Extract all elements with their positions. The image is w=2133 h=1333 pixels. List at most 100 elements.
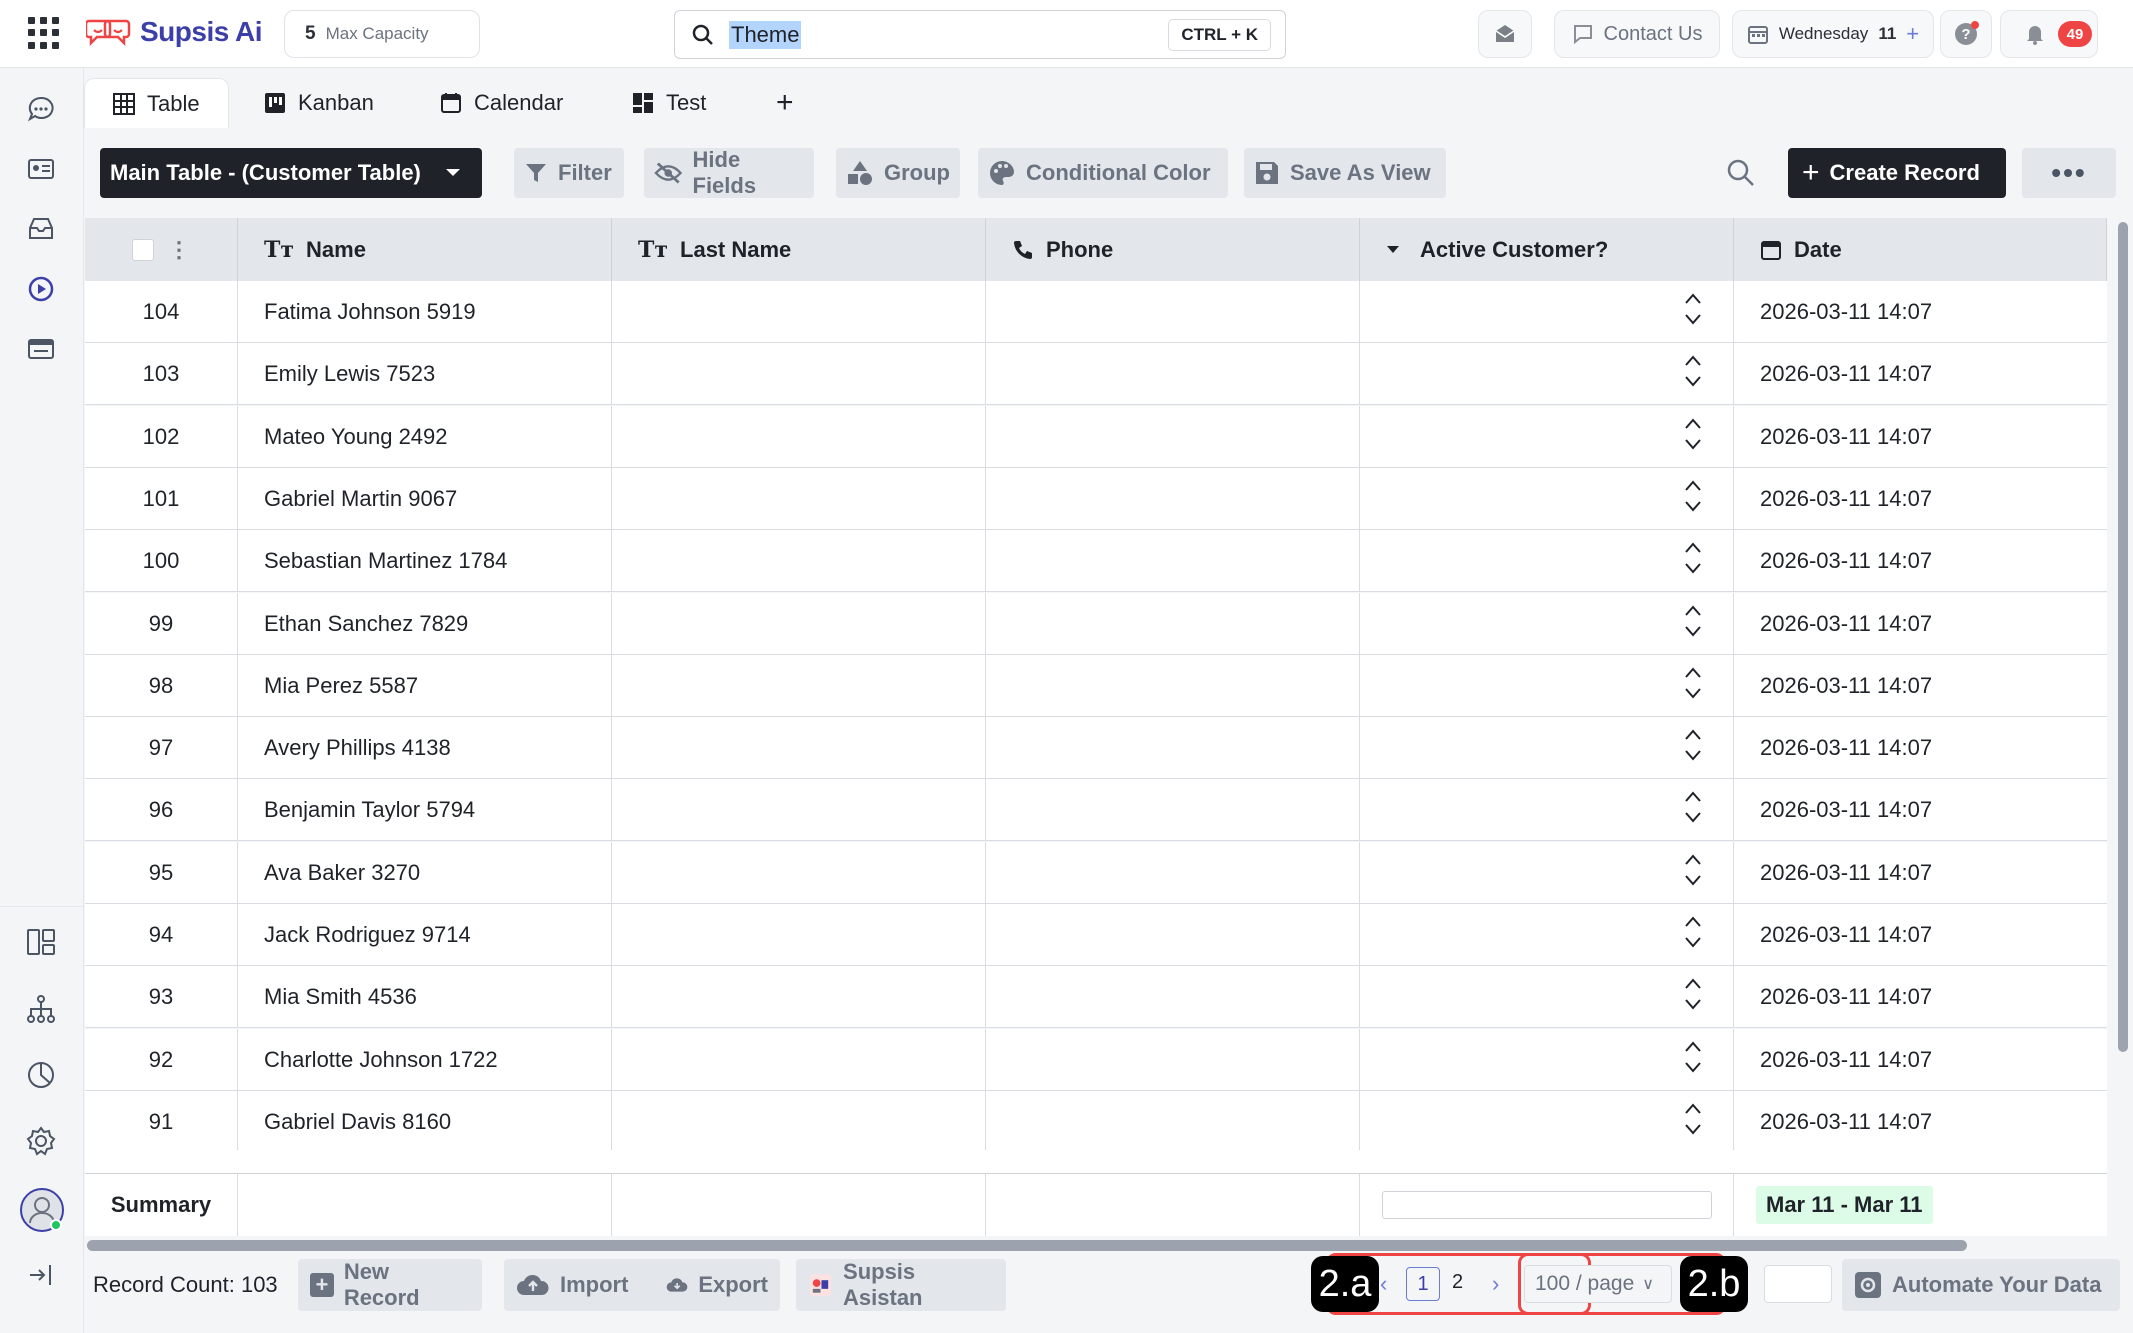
assistant-button[interactable]: Supsis Asistan [796,1259,1006,1311]
table-row[interactable]: 100 Sebastian Martinez 1784 2026-03-11 14:… [85,530,2107,593]
table-row[interactable]: 99 Ethan Sanchez 7829 2026-03-11 14:07 [85,592,2107,655]
row-id-cell[interactable]: 93 [85,966,238,1029]
date-widget[interactable]: Wednesday 11 + [1732,10,1934,58]
phone-cell[interactable] [986,1028,1360,1091]
table-row[interactable]: 98 Mia Perez 5587 2026-03-11 14:07 [85,654,2107,717]
phone-cell[interactable] [986,654,1360,717]
active-customer-cell[interactable] [1360,654,1734,717]
table-row[interactable]: 101 Gabriel Martin 9067 2026-03-11 14:07 [85,467,2107,530]
row-id-cell[interactable]: 92 [85,1028,238,1091]
prev-page-icon[interactable]: ‹ [1380,1271,1387,1297]
column-header-phone[interactable]: Phone [986,218,1360,281]
date-cell[interactable]: 2026-03-11 14:07 [1734,593,2107,655]
brand-logo[interactable]: Supsis Ai [86,14,263,50]
next-page-icon[interactable]: › [1492,1271,1499,1297]
table-row[interactable]: 93 Mia Smith 4536 2026-03-11 14:07 [85,966,2107,1029]
table-row[interactable]: 97 Avery Phillips 4138 2026-03-11 14:07 [85,717,2107,780]
table-selector-dropdown[interactable]: Main Table - (Customer Table) [100,148,482,198]
phone-cell[interactable] [986,530,1360,593]
select-arrows-icon[interactable] [1683,416,1703,458]
active-customer-cell[interactable] [1360,467,1734,530]
collapse-sidebar-icon[interactable] [24,1258,58,1292]
date-cell[interactable]: 2026-03-11 14:07 [1734,406,2107,468]
select-arrows-icon[interactable] [1683,789,1703,831]
vertical-scrollbar[interactable] [2118,222,2128,1052]
table-row[interactable]: 102 Mateo Young 2492 2026-03-11 14:07 [85,405,2107,468]
contacts-card-icon[interactable] [24,152,58,186]
page-2-button[interactable]: 2 [1452,1271,1463,1294]
inbox-button[interactable] [1478,10,1532,58]
row-id-cell[interactable]: 101 [85,467,238,530]
table-row[interactable]: 91 Gabriel Davis 8160 2026-03-11 14:07 [85,1090,2107,1153]
apps-grid-icon[interactable] [28,17,60,49]
capacity-indicator[interactable]: 5 Max Capacity [284,10,480,58]
name-cell[interactable]: Emily Lewis 7523 [238,343,612,406]
date-cell[interactable]: 2026-03-11 14:07 [1734,1029,2107,1091]
active-customer-cell[interactable] [1360,343,1734,406]
row-id-cell[interactable]: 95 [85,841,238,904]
row-id-cell[interactable]: 98 [85,654,238,717]
last-name-cell[interactable] [612,1028,986,1091]
last-name-cell[interactable] [612,592,986,655]
last-name-cell[interactable] [612,281,986,343]
help-button[interactable]: ? [1940,10,1992,58]
table-row[interactable]: 103 Emily Lewis 7523 2026-03-11 14:07 [85,343,2107,406]
summary-cell-date[interactable]: Mar 11 - Mar 11 [1734,1174,2107,1236]
messages-icon[interactable] [24,92,58,126]
table-row[interactable]: 96 Benjamin Taylor 5794 2026-03-11 14:07 [85,779,2107,842]
last-name-cell[interactable] [612,841,986,904]
name-cell[interactable]: Gabriel Martin 9067 [238,467,612,530]
horizontal-scrollbar[interactable] [87,1240,1967,1251]
row-id-cell[interactable]: 96 [85,779,238,842]
add-tab-button[interactable]: + [748,78,822,128]
column-header-date[interactable]: Date [1734,218,2107,281]
select-arrows-icon[interactable] [1683,976,1703,1018]
column-menu-icon[interactable]: ⋮ [168,238,190,261]
new-record-button[interactable]: + New Record [298,1259,482,1311]
table-row[interactable]: 95 Ava Baker 3270 2026-03-11 14:07 [85,841,2107,904]
conditional-color-button[interactable]: Conditional Color [978,148,1228,198]
row-id-cell[interactable]: 94 [85,904,238,966]
name-cell[interactable]: Mia Perez 5587 [238,654,612,717]
active-customer-cell[interactable] [1360,904,1734,966]
select-arrows-icon[interactable] [1683,603,1703,645]
inbox-tray-icon[interactable] [24,212,58,246]
select-arrows-icon[interactable] [1683,914,1703,956]
date-cell[interactable]: 2026-03-11 14:07 [1734,281,2107,343]
table-row[interactable]: 92 Charlotte Johnson 1722 2026-03-11 14:07 [85,1028,2107,1091]
last-name-cell[interactable] [612,405,986,468]
table-row[interactable]: 94 Jack Rodriguez 9714 2026-03-11 14:07 [85,904,2107,966]
date-cell[interactable]: 2026-03-11 14:07 [1734,1091,2107,1153]
export-button[interactable]: Export [654,1259,780,1311]
select-arrows-icon[interactable] [1683,1101,1703,1143]
summary-cell-name[interactable] [238,1174,612,1236]
last-name-cell[interactable] [612,779,986,842]
play-icon[interactable] [24,272,58,306]
select-arrows-icon[interactable] [1683,353,1703,395]
row-id-cell[interactable]: 100 [85,530,238,593]
select-arrows-icon[interactable] [1683,540,1703,582]
select-all-checkbox[interactable] [132,238,154,261]
tab-test[interactable]: Test [604,78,734,128]
search-input[interactable]: Theme CTRL + K [674,10,1286,59]
settings-gear-icon[interactable] [24,1124,58,1158]
select-arrows-icon[interactable] [1683,291,1703,333]
phone-cell[interactable] [986,343,1360,406]
active-customer-cell[interactable] [1360,1090,1734,1153]
group-button[interactable]: Group [836,148,960,198]
row-id-cell[interactable]: 103 [85,343,238,406]
hierarchy-icon[interactable] [24,992,58,1026]
name-cell[interactable]: Ethan Sanchez 7829 [238,592,612,655]
page-1-button[interactable]: 1 [1406,1267,1440,1301]
name-cell[interactable]: Mia Smith 4536 [238,966,612,1029]
active-customer-cell[interactable] [1360,966,1734,1029]
active-customer-cell[interactable] [1360,841,1734,904]
contact-us-button[interactable]: Contact Us [1554,10,1720,58]
summary-cell-phone[interactable] [986,1174,1360,1236]
name-cell[interactable]: Avery Phillips 4138 [238,717,612,780]
phone-cell[interactable] [986,841,1360,904]
column-header-name[interactable]: Tт Name [238,218,612,281]
name-cell[interactable]: Sebastian Martinez 1784 [238,530,612,593]
summary-cell-active-customer[interactable] [1360,1174,1734,1236]
page-size-select[interactable]: 100 / page ∨ [1524,1265,1672,1303]
